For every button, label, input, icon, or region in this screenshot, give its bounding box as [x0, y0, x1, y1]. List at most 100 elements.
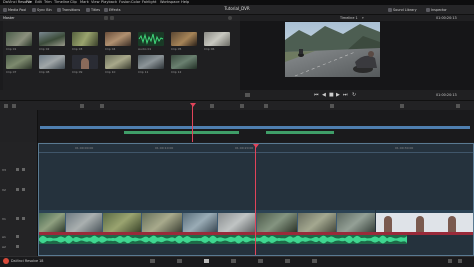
page-fairlight-icon[interactable] [285, 259, 290, 263]
skip-back-icon[interactable]: ⏮ [314, 92, 319, 98]
clip-name: Audio 01 [138, 47, 152, 51]
inspector-icon [426, 7, 430, 12]
media-clip-thumb[interactable] [6, 32, 32, 46]
media-strip [0, 90, 240, 100]
list-view-icon[interactable] [110, 16, 114, 20]
clip-frame [298, 213, 336, 232]
timeline-toolbar [0, 101, 474, 110]
video-frame[interactable] [285, 22, 380, 77]
clip-name: Clip 06 [204, 47, 215, 51]
media-clip-thumb[interactable] [171, 32, 197, 46]
play-reverse-icon[interactable]: ◀ [322, 92, 326, 98]
page-cut-icon[interactable] [177, 259, 182, 263]
media-clip-thumb[interactable] [171, 55, 197, 69]
eye-icon[interactable] [22, 217, 25, 220]
clip-name: Clip 03 [72, 47, 83, 51]
bin-label[interactable]: Master [3, 15, 15, 21]
page-deliver-icon[interactable] [312, 259, 317, 263]
person-icon [448, 216, 456, 232]
settings-gear-icon[interactable] [458, 259, 462, 263]
mute-icon[interactable] [16, 245, 19, 248]
clip-frame [103, 213, 141, 232]
track-label: A1 [2, 235, 6, 239]
search-icon[interactable] [228, 16, 232, 20]
media-audio-thumb[interactable] [138, 32, 164, 46]
clip-name: Clip 11 [138, 70, 149, 74]
ruler-mark: 01:00:20:00 [235, 146, 254, 150]
track-label: V2 [2, 188, 6, 192]
clip-name: Clip 07 [6, 70, 17, 74]
mini-audio-clip[interactable] [266, 131, 334, 134]
mute-icon[interactable] [16, 235, 19, 238]
mini-audio-clip[interactable] [124, 131, 239, 134]
timeline-tracks-area[interactable]: 01:00:00:00 01:00:10:00 01:00:20:00 01:0… [38, 143, 474, 256]
eye-icon[interactable] [22, 168, 25, 171]
waveform-icon [39, 235, 407, 244]
clip-name: Clip 02 [39, 47, 50, 51]
lock-icon[interactable] [16, 188, 19, 191]
clip-name: Clip 01 [6, 47, 17, 51]
loop-icon[interactable]: ↻ [352, 92, 356, 98]
page-media-icon[interactable] [150, 259, 155, 263]
clip-name: Clip 04 [105, 47, 116, 51]
timeline-name[interactable]: Timeline 1 [340, 15, 358, 21]
upper-timeline [0, 100, 474, 143]
home-icon[interactable] [448, 259, 452, 263]
page-color-icon[interactable] [258, 259, 263, 263]
timeline-tool-icon[interactable] [264, 104, 268, 108]
eye-icon[interactable] [22, 188, 25, 191]
media-clip-thumb[interactable] [72, 32, 98, 46]
track-headers: V3 V2 V1 A1 A2 [0, 142, 38, 256]
grid-view-icon[interactable] [104, 16, 108, 20]
bin-list-collapsed[interactable] [0, 21, 3, 90]
stop-icon[interactable]: ■ [329, 92, 334, 98]
skip-forward-icon[interactable]: ⏭ [343, 92, 348, 98]
waveform-icon [138, 33, 164, 45]
chevron-down-icon[interactable]: ▾ [362, 15, 364, 21]
timeline-tool-icon[interactable] [80, 104, 84, 108]
person-icon [81, 58, 89, 69]
clip-name: Clip 08 [39, 70, 50, 74]
media-pool-panel: Master Clip 01 Clip 02 Clip 03 Clip 04 A… [0, 15, 240, 90]
playhead-marker[interactable] [253, 144, 259, 148]
timeline-tool-icon[interactable] [100, 104, 104, 108]
view-options-icon[interactable] [245, 93, 250, 97]
mini-playhead-marker[interactable] [190, 103, 196, 107]
media-clip-thumb[interactable] [105, 32, 131, 46]
media-clip-thumb[interactable] [39, 55, 65, 69]
sound-library-button[interactable]: Sound Library [388, 7, 417, 13]
media-clip-thumb[interactable] [6, 55, 32, 69]
page-bar: DaVinci Resolve 18 [0, 256, 474, 267]
media-clip-thumb[interactable] [204, 32, 230, 46]
timeline-tool-icon[interactable] [4, 104, 8, 108]
timeline-tool-icon[interactable] [330, 104, 334, 108]
lock-icon[interactable] [16, 168, 19, 171]
timeline-tool-icon[interactable] [210, 104, 214, 108]
media-clip-thumb[interactable] [39, 32, 65, 46]
timeline-tool-icon[interactable] [12, 104, 16, 108]
page-fusion-icon[interactable] [231, 259, 236, 263]
video-clip[interactable] [376, 210, 473, 232]
media-clip-thumb[interactable] [138, 55, 164, 69]
media-clip-thumb[interactable] [105, 55, 131, 69]
mini-video-track[interactable] [40, 126, 470, 129]
timeline-tool-icon[interactable] [240, 104, 244, 108]
timeline-tool-icon[interactable] [456, 104, 460, 108]
ruler-mark: 01:00:10:00 [155, 146, 174, 150]
audio-clip[interactable] [39, 235, 407, 244]
page-edit-icon[interactable] [204, 259, 209, 263]
media-pool-header: Master [0, 15, 240, 21]
mini-playhead[interactable] [192, 105, 193, 143]
clip-name: Clip 09 [72, 70, 83, 74]
main-playhead[interactable] [255, 144, 256, 255]
clip-name: Clip 10 [105, 70, 116, 74]
inspector-button[interactable]: Inspector [426, 7, 447, 13]
product-name: DaVinci Resolve 18 [11, 259, 44, 263]
viewer-timecode: 01:00:20:13 [436, 16, 457, 20]
main-timeline: V3 V2 V1 A1 A2 01:00:00:00 01:00:10:00 0… [0, 142, 474, 256]
play-icon[interactable]: ▶ [336, 92, 340, 98]
video-clip[interactable] [39, 210, 375, 232]
timeline-tool-icon[interactable] [400, 104, 404, 108]
media-clip-thumb[interactable] [72, 55, 98, 69]
lock-icon[interactable] [16, 217, 19, 220]
